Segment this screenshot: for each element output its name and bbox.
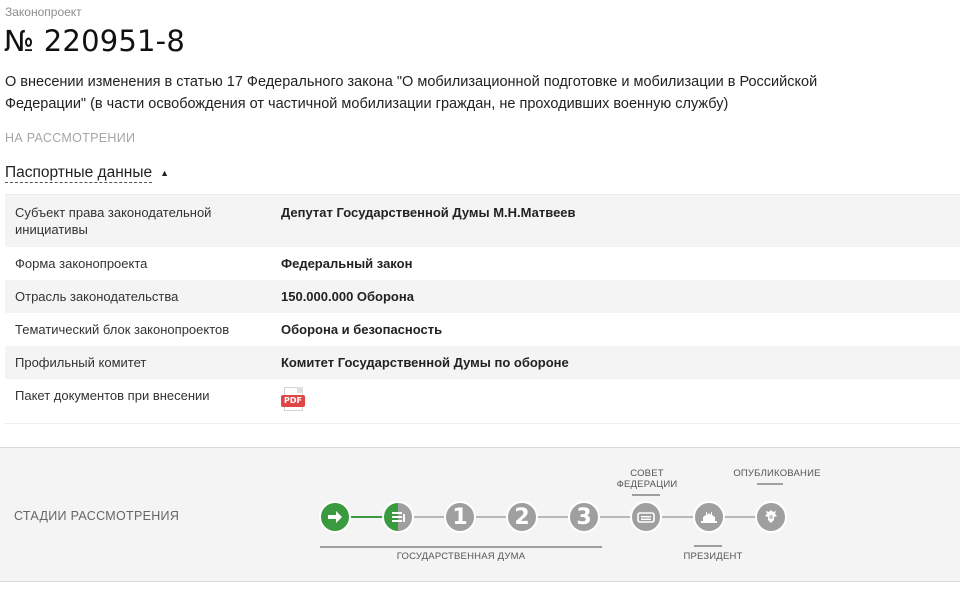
passport-row-value: PDF <box>281 387 305 423</box>
stage-president[interactable] <box>693 501 725 533</box>
bill-title: О внесении изменения в статью 17 Федерал… <box>5 74 818 112</box>
passport-row-key: Форма законопроекта <box>15 256 148 271</box>
passport-row-value: Комитет Государственной Думы по обороне <box>281 355 569 370</box>
caret-up-icon: ▲ <box>160 168 169 178</box>
passport-row-value: Депутат Государственной Думы М.Н.Матвеев <box>281 205 576 220</box>
federation-council-bracket <box>632 494 660 496</box>
duma-bracket <box>320 546 602 548</box>
publication-bracket <box>757 483 783 485</box>
pdf-label: PDF <box>281 395 305 407</box>
emblem-icon <box>765 510 777 523</box>
passport-row-key: Субъект права законодательной инициативы <box>15 205 212 237</box>
passport-row-key: Отрасль законодательства <box>15 289 179 304</box>
president-bracket <box>694 545 722 547</box>
stage-number: 3 <box>576 504 592 530</box>
passport-toggle-label: Паспортные данные <box>5 164 153 183</box>
stage-number: 1 <box>452 504 468 530</box>
president-caption: ПРЕЗИДЕНТ <box>683 551 743 562</box>
passport-table: Субъект права законодательной инициативы… <box>5 194 960 424</box>
passport-row: Субъект права законодательной инициативы… <box>5 195 960 247</box>
stages-title: СТАДИИ РАССМОТРЕНИЯ <box>14 509 180 523</box>
passport-row: Профильный комитет Комитет Государственн… <box>5 346 960 379</box>
stage-second-reading[interactable]: 2 <box>506 501 538 533</box>
pdf-fold <box>297 387 303 393</box>
stage-third-reading[interactable]: 3 <box>568 501 600 533</box>
arrow-right-icon <box>328 511 342 523</box>
stage-federation-council[interactable] <box>630 501 662 533</box>
passport-row-key: Тематический блок законопроектов <box>15 322 230 337</box>
stages-panel: СТАДИИ РАССМОТРЕНИЯ СОВЕТ ФЕДЕРАЦИИ ОПУБ… <box>0 447 960 582</box>
stage-first-reading[interactable]: 1 <box>444 501 476 533</box>
duma-caption: ГОСУДАРСТВЕННАЯ ДУМА <box>396 551 526 562</box>
federation-council-icon <box>637 512 655 523</box>
passport-row-key: Профильный комитет <box>15 355 147 370</box>
passport-toggle[interactable]: Паспортные данные ▲ <box>5 163 169 183</box>
stage-preliminary[interactable] <box>382 501 414 533</box>
stage-number: 2 <box>514 504 530 530</box>
passport-row-key: Пакет документов при внесении <box>15 388 210 403</box>
status-badge: НА РАССМОТРЕНИИ <box>5 131 136 145</box>
stage-introduction[interactable] <box>319 501 351 533</box>
federation-council-caption: СОВЕТ ФЕДЕРАЦИИ <box>616 468 678 490</box>
pdf-file-icon[interactable]: PDF <box>281 387 305 413</box>
president-icon <box>701 512 717 523</box>
doc-type-label: Законопроект <box>5 5 82 19</box>
passport-row: Пакет документов при внесении PDF <box>5 379 960 423</box>
passport-row: Форма законопроекта Федеральный закон <box>5 247 960 280</box>
document-list-icon <box>392 512 405 522</box>
stage-publication[interactable] <box>755 501 787 533</box>
passport-row-value: 150.000.000 Оборона <box>281 289 414 304</box>
passport-row-value: Оборона и безопасность <box>281 322 443 337</box>
publication-caption: ОПУБЛИКОВАНИЕ <box>733 468 821 479</box>
bill-number: № 220951-8 <box>4 24 185 58</box>
passport-row: Отрасль законодательства 150.000.000 Обо… <box>5 280 960 313</box>
passport-row-value: Федеральный закон <box>281 256 413 271</box>
passport-row: Тематический блок законопроектов Оборона… <box>5 313 960 346</box>
